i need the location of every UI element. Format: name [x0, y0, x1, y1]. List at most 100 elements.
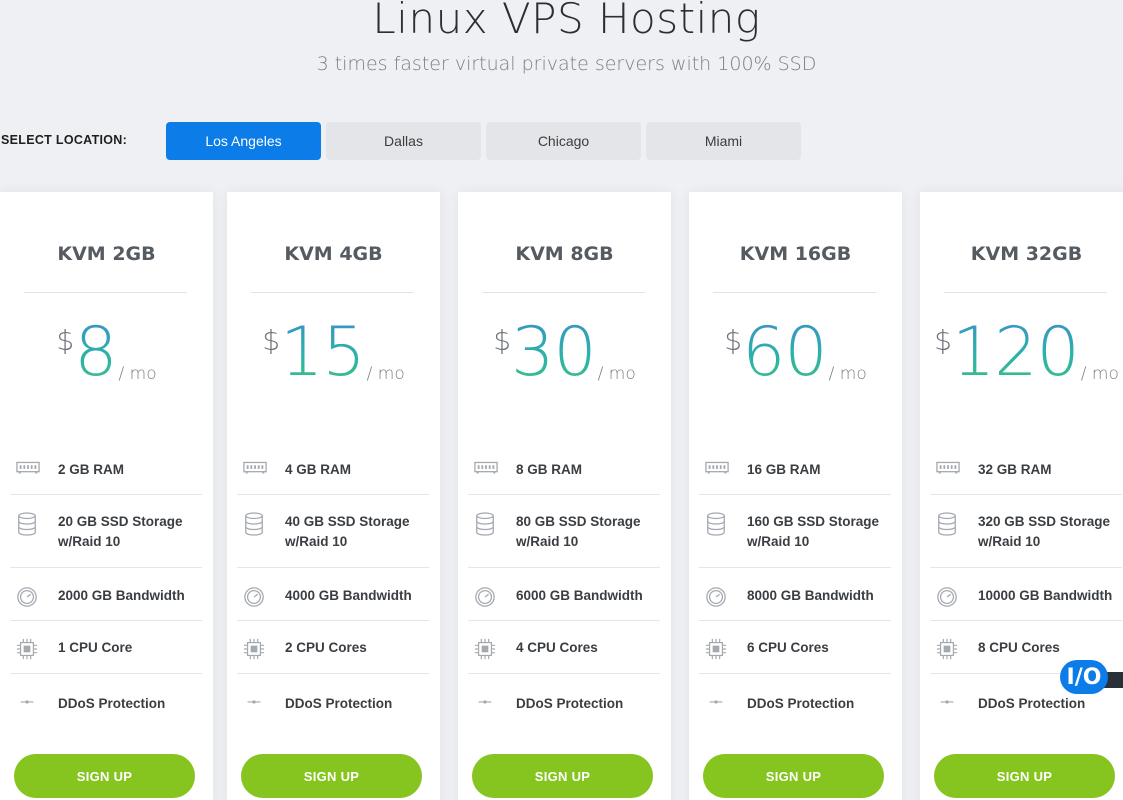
plan-feature-label: 6000 GB Bandwidth [516, 588, 643, 603]
shield-icon [936, 694, 962, 718]
sign-up-button[interactable]: SIGN UP [241, 754, 422, 798]
plan-feature: DDoS Protection [237, 694, 429, 718]
plan-feature-label: 8000 GB Bandwidth [747, 588, 874, 603]
location-button-miami[interactable]: Miami [646, 122, 801, 160]
plan-feature-label: 2 CPU Cores [285, 640, 367, 655]
page-subtitle: 3 times faster virtual private servers w… [316, 53, 817, 75]
plan-feature: 80 GB SSD Storage w/Raid 10 [468, 512, 660, 552]
plan-feature-label: 6 CPU Cores [747, 640, 829, 655]
plan-feature-label: 4000 GB Bandwidth [285, 588, 412, 603]
sign-up-button[interactable]: SIGN UP [934, 754, 1115, 798]
shield-icon [243, 694, 269, 718]
plan-divider [251, 292, 414, 293]
feature-divider [699, 673, 891, 674]
plan-feature-label: 2000 GB Bandwidth [58, 588, 185, 603]
plan-divider [482, 292, 645, 293]
feature-divider [699, 567, 891, 568]
plan-feature-label: 160 GB SSD Storage w/Raid 10 [747, 514, 880, 549]
plan-feature: 160 GB SSD Storage w/Raid 10 [699, 512, 891, 552]
price-currency: $ [934, 324, 952, 357]
price-amount: 60 [742, 313, 828, 392]
plan-feature-label: DDoS Protection [285, 696, 393, 711]
price-amount: 30 [511, 313, 597, 392]
location-button-chicago[interactable]: Chicago [486, 122, 641, 160]
plan-feature: 6 CPU Cores [699, 638, 891, 662]
database-icon [243, 512, 269, 536]
plan-feature: 1 CPU Core [10, 638, 202, 662]
database-icon [474, 512, 500, 536]
feature-divider [237, 567, 429, 568]
sign-up-button[interactable]: SIGN UP [703, 754, 884, 798]
price-period: / mo [118, 364, 157, 384]
plan-card: KVM 2GB $ 8 / mo 2 GB RAM 20 GB SSD Stor… [0, 192, 213, 800]
plan-feature: 2 GB RAM [10, 460, 202, 484]
feature-divider [699, 494, 891, 495]
sign-up-button[interactable]: SIGN UP [472, 754, 653, 798]
gauge-icon [474, 586, 500, 610]
plan-price: $ 30 / mo [458, 314, 671, 392]
feature-divider [237, 620, 429, 621]
plan-price: $ 120 / mo [920, 314, 1123, 392]
cpu-icon [474, 638, 500, 662]
plan-feature-label: 4 GB RAM [285, 462, 352, 477]
price-amount: 15 [280, 313, 366, 392]
price-period: / mo [828, 364, 867, 384]
price-amount: 8 [74, 313, 117, 392]
plan-divider [713, 292, 876, 293]
plan-feature: 16 GB RAM [699, 460, 891, 484]
plan-feature-label: 8 CPU Cores [978, 640, 1060, 655]
plan-feature-label: 320 GB SSD Storage w/Raid 10 [978, 514, 1111, 549]
gauge-icon [705, 586, 731, 610]
plan-feature: 6000 GB Bandwidth [468, 586, 660, 610]
plan-feature: DDoS Protection [10, 694, 202, 718]
price-amount: 120 [951, 313, 1080, 392]
plan-feature-label: 10000 GB Bandwidth [978, 588, 1113, 603]
cpu-icon [243, 638, 269, 662]
gauge-icon [936, 586, 962, 610]
location-button-los-angeles[interactable]: Los Angeles [166, 122, 321, 160]
plan-feature: DDoS Protection [468, 694, 660, 718]
plan-feature-label: DDoS Protection [978, 696, 1086, 711]
feature-divider [468, 620, 660, 621]
feature-divider [10, 620, 202, 621]
cpu-icon [936, 638, 962, 662]
database-icon [936, 512, 962, 536]
plan-name: KVM 8GB [515, 243, 614, 265]
memory-icon [705, 460, 731, 484]
plan-feature: 4000 GB Bandwidth [237, 586, 429, 610]
cpu-icon [705, 638, 731, 662]
plan-feature-label: DDoS Protection [58, 696, 166, 711]
price-currency: $ [262, 324, 281, 357]
plan-feature: 8000 GB Bandwidth [699, 586, 891, 610]
feature-divider [10, 494, 202, 495]
plan-feature-label: 16 GB RAM [747, 462, 821, 477]
memory-icon [936, 460, 962, 484]
feature-divider [930, 567, 1122, 568]
database-icon [16, 512, 42, 536]
plan-feature-label: 32 GB RAM [978, 462, 1052, 477]
feature-divider [468, 673, 660, 674]
plan-divider [944, 292, 1107, 293]
feature-divider [468, 494, 660, 495]
memory-icon [16, 460, 42, 484]
plan-card: KVM 4GB $ 15 / mo 4 GB RAM 40 GB SSD Sto… [227, 192, 440, 800]
plan-feature: 20 GB SSD Storage w/Raid 10 [10, 512, 202, 552]
cpu-icon [16, 638, 42, 662]
chat-widget-button[interactable]: I/O [1060, 660, 1108, 694]
feature-divider [930, 494, 1122, 495]
shield-icon [474, 694, 500, 718]
plan-feature: DDoS Protection [699, 694, 891, 718]
sign-up-button[interactable]: SIGN UP [14, 754, 195, 798]
price-period: / mo [1080, 364, 1119, 384]
location-button-dallas[interactable]: Dallas [326, 122, 481, 160]
price-period: / mo [597, 364, 636, 384]
feature-divider [10, 567, 202, 568]
plan-feature-label: 20 GB SSD Storage w/Raid 10 [58, 514, 183, 549]
plan-name: KVM 4GB [284, 243, 383, 265]
gauge-icon [243, 586, 269, 610]
page-title: Linux VPS Hosting [372, 0, 761, 43]
feature-divider [237, 673, 429, 674]
plan-price: $ 8 / mo [0, 314, 213, 392]
plan-feature-label: 1 CPU Core [58, 640, 133, 655]
plan-card: KVM 8GB $ 30 / mo 8 GB RAM 80 GB SSD Sto… [458, 192, 671, 800]
